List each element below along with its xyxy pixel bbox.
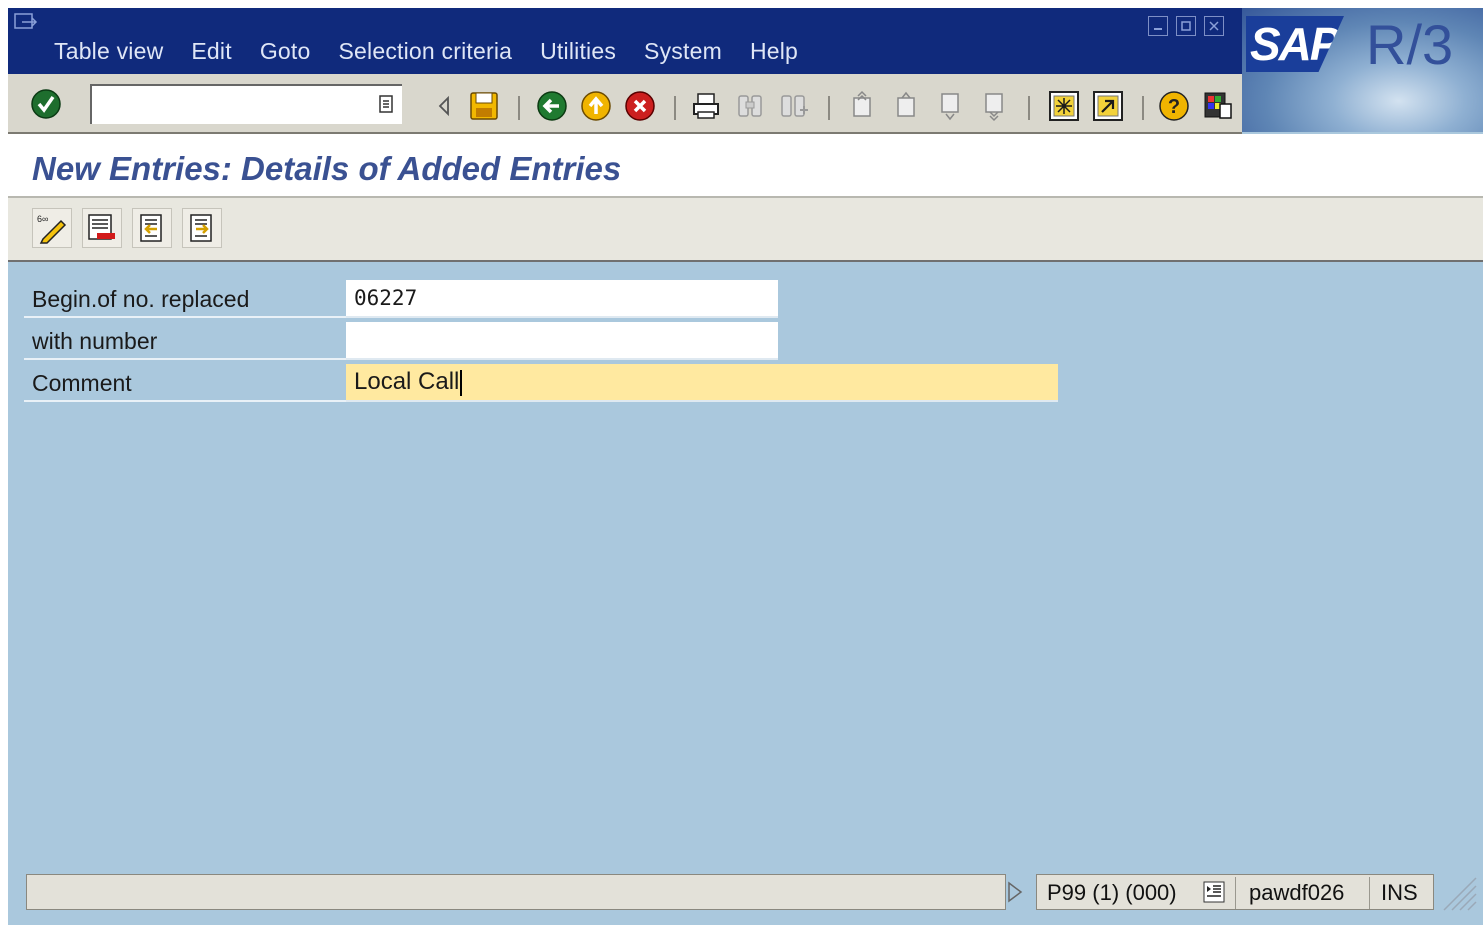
status-message-area	[26, 874, 1006, 910]
back-arrow-icon[interactable]	[428, 90, 460, 122]
next-entry-icon	[190, 214, 212, 242]
last-page-icon[interactable]	[978, 90, 1010, 122]
toolbar-separator	[1142, 96, 1144, 120]
begin-number-label: Begin.of no. replaced	[24, 280, 346, 318]
comment-field[interactable]: Local Call	[346, 364, 1058, 402]
previous-entry-icon	[140, 214, 162, 242]
find-icon[interactable]	[734, 90, 766, 122]
with-number-field[interactable]	[346, 322, 778, 360]
menu-table-view[interactable]: Table view	[54, 38, 163, 65]
first-page-icon[interactable]	[846, 90, 878, 122]
sap-window: Table view Edit Goto Selection criteria …	[8, 8, 1483, 925]
cancel-icon[interactable]	[624, 90, 656, 122]
enter-icon[interactable]	[30, 88, 62, 120]
expand-status-icon[interactable]	[1006, 880, 1024, 904]
standard-toolbar: ?	[8, 74, 1242, 134]
begin-number-field[interactable]: 06227	[346, 280, 778, 318]
comment-label: Comment	[24, 364, 346, 402]
window-controls	[1148, 16, 1224, 36]
system-menu-icon[interactable]	[14, 13, 38, 35]
text-cursor	[460, 369, 463, 396]
close-button[interactable]	[1204, 16, 1224, 36]
system-id: P99 (1) (000)	[1047, 880, 1177, 905]
back-icon[interactable]	[536, 90, 568, 122]
menu-list: Table view Edit Goto Selection criteria …	[54, 38, 798, 65]
minimize-icon	[1154, 28, 1162, 30]
system-info-panel: P99 (1) (000) pawdf026 INS	[1036, 874, 1434, 910]
product-name: R/3	[1366, 13, 1454, 76]
help-icon[interactable]: ?	[1158, 90, 1190, 122]
maximize-button[interactable]	[1176, 16, 1196, 36]
create-session-icon[interactable]	[1048, 90, 1080, 122]
svg-text:?: ?	[1168, 96, 1180, 118]
maximize-icon	[1181, 21, 1191, 31]
command-input[interactable]	[92, 86, 370, 122]
command-history-icon[interactable]	[378, 94, 394, 114]
delete-button[interactable]	[82, 208, 122, 248]
menu-goto[interactable]: Goto	[260, 38, 311, 65]
toolbar-separator	[828, 96, 830, 120]
toolbar-separator	[1028, 96, 1030, 120]
save-icon[interactable]	[468, 90, 500, 122]
resize-grip-icon[interactable]	[1438, 876, 1478, 912]
find-next-icon[interactable]	[778, 90, 810, 122]
create-shortcut-icon[interactable]	[1092, 90, 1124, 122]
customize-layout-icon[interactable]	[1202, 90, 1234, 122]
menu-edit[interactable]: Edit	[191, 38, 231, 65]
menu-selection-criteria[interactable]: Selection criteria	[339, 38, 513, 65]
print-icon[interactable]	[690, 90, 722, 122]
server-name: pawdf026	[1249, 880, 1345, 905]
sap-logo-area: SAP R/3	[1242, 8, 1483, 132]
previous-entry-button[interactable]	[132, 208, 172, 248]
toolbar-separator	[674, 96, 676, 120]
minimize-button[interactable]	[1148, 16, 1168, 36]
previous-page-icon[interactable]	[890, 90, 922, 122]
toolbar-separator	[518, 96, 520, 120]
status-divider	[1369, 877, 1370, 909]
status-bar: P99 (1) (000) pawdf026 INS	[8, 872, 1483, 916]
status-divider	[1235, 877, 1236, 909]
close-icon	[1209, 21, 1219, 31]
menu-system[interactable]: System	[644, 38, 722, 65]
exit-icon[interactable]	[580, 90, 612, 122]
svg-text:6∞: 6∞	[37, 214, 48, 224]
comment-value: Local Call	[354, 368, 460, 395]
delete-icon	[88, 214, 115, 240]
change-display-button[interactable]: 6∞	[32, 208, 72, 248]
title-bar: New Entries: Details of Added Entries	[8, 134, 1483, 198]
next-entry-button[interactable]	[182, 208, 222, 248]
page-title: New Entries: Details of Added Entries	[32, 150, 622, 187]
change-display-icon: 6∞	[37, 214, 67, 244]
sap-logo: SAP	[1246, 16, 1344, 72]
system-list-icon[interactable]	[1203, 881, 1225, 903]
command-field[interactable]	[90, 84, 402, 124]
with-number-label: with number	[24, 322, 346, 360]
next-page-icon[interactable]	[934, 90, 966, 122]
application-toolbar: 6∞	[8, 198, 1483, 262]
menu-help[interactable]: Help	[750, 38, 798, 65]
menu-utilities[interactable]: Utilities	[540, 38, 616, 65]
input-mode[interactable]: INS	[1381, 875, 1418, 911]
